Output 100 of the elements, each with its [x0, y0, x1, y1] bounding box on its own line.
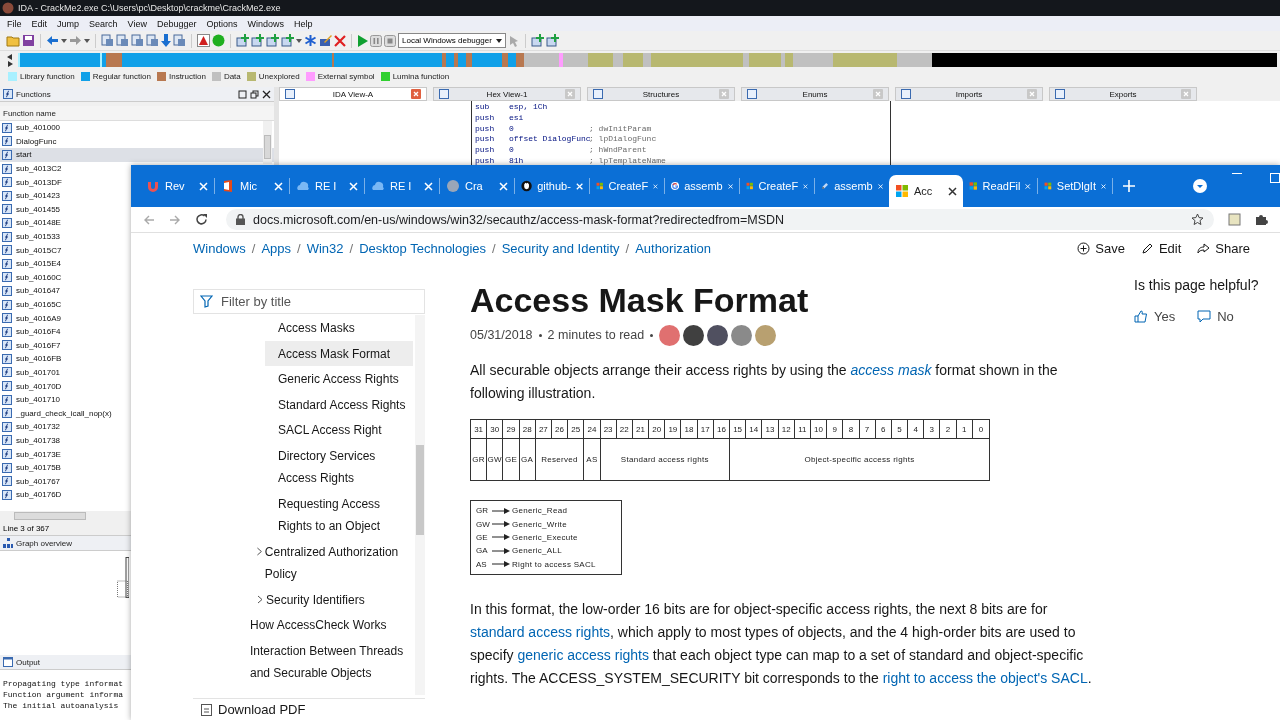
toc-item[interactable]: Generic Access Rights	[193, 366, 413, 392]
function-row[interactable]: sub_401732	[0, 420, 64, 434]
toc-item[interactable]: Centralized Authorization Policy	[193, 538, 413, 587]
function-row[interactable]: sub_401647	[0, 284, 64, 298]
star-icon[interactable]	[1191, 213, 1204, 226]
function-row[interactable]: sub_40176D	[0, 488, 65, 502]
chevron-icon[interactable]	[256, 546, 263, 556]
new-tab-icon[interactable]	[1123, 180, 1135, 192]
circle-icon[interactable]	[212, 34, 225, 47]
document-plus-icon[interactable]	[545, 34, 559, 47]
breadcrumb-link[interactable]: Desktop Technologies	[359, 240, 487, 256]
menu-item[interactable]: Edit	[26, 18, 53, 29]
document-plus-icon[interactable]	[530, 34, 544, 47]
document-plus-icon[interactable]	[251, 34, 264, 47]
link[interactable]: generic access rights	[517, 646, 649, 663]
toc-item[interactable]: Access Mask Format	[265, 340, 413, 366]
toc-item[interactable]: Access Masks	[193, 315, 413, 341]
down-arrow-icon[interactable]	[161, 34, 171, 47]
browser-tab[interactable]: Acc	[889, 175, 963, 207]
function-row[interactable]: _guard_check_icall_nop(x)	[0, 406, 115, 421]
puzzle-icon[interactable]	[1255, 213, 1268, 226]
function-row[interactable]: sub_401710	[0, 392, 64, 407]
document-icon[interactable]	[173, 34, 186, 47]
action-button[interactable]: Save	[1077, 240, 1125, 256]
browser-tab[interactable]: CreateF	[590, 171, 664, 201]
function-row[interactable]: sub_40165C	[0, 297, 65, 312]
debugger-dropdown[interactable]: Local Windows debugger	[398, 33, 506, 48]
function-row[interactable]: sub_4016A9	[0, 311, 64, 325]
pause-icon[interactable]	[370, 34, 382, 47]
document-plus-icon[interactable]	[266, 34, 279, 47]
menu-item[interactable]: File	[2, 18, 27, 29]
warning-icon[interactable]	[197, 34, 210, 47]
save-icon[interactable]	[22, 34, 35, 47]
browser-tab[interactable]: RE I	[290, 171, 364, 201]
reload-icon[interactable]	[195, 213, 208, 226]
tab[interactable]: Enums	[741, 87, 889, 101]
function-row[interactable]: sub_40170D	[0, 379, 65, 393]
function-row[interactable]: sub_40148E	[0, 216, 64, 230]
extension-icon[interactable]	[1228, 213, 1241, 226]
caret-icon[interactable]	[296, 38, 302, 43]
function-row[interactable]: sub_4015E4	[0, 256, 64, 271]
browser-tab[interactable]: Cra	[440, 171, 514, 201]
contributor-avatar[interactable]	[707, 324, 729, 346]
function-row[interactable]: DialogFunc	[0, 134, 60, 149]
yes-button[interactable]: Yes	[1134, 309, 1176, 324]
function-row[interactable]: sub_4015C7	[0, 243, 65, 257]
caret-icon[interactable]	[61, 38, 67, 43]
tab[interactable]: Imports	[895, 87, 1043, 101]
document-plus-icon[interactable]	[236, 34, 249, 47]
function-row[interactable]: sub_40173E	[0, 447, 64, 461]
back-icon[interactable]	[143, 213, 155, 226]
play-icon[interactable]	[357, 34, 368, 47]
browser-tab[interactable]: RE I	[365, 171, 439, 201]
function-row[interactable]: sub_4016F7	[0, 338, 64, 353]
maximize-icon[interactable]	[238, 89, 247, 99]
browser-tab[interactable]: github-	[515, 171, 589, 201]
breadcrumb-link[interactable]: Security and Identity	[501, 240, 620, 256]
document-icon[interactable]	[116, 34, 129, 47]
minimize-icon[interactable]	[1232, 173, 1242, 175]
filter-field[interactable]: Filter by title	[193, 289, 425, 314]
browser-tab[interactable]: ReadFil	[963, 171, 1037, 201]
close-icon[interactable]	[948, 186, 957, 196]
function-row[interactable]: sub_40175B	[0, 460, 64, 475]
menu-item[interactable]: Help	[289, 18, 318, 29]
function-row[interactable]: start	[0, 148, 274, 162]
function-row[interactable]: sub_401533	[0, 229, 64, 244]
breadcrumb-link[interactable]: Win32	[306, 240, 344, 256]
function-row[interactable]: sub_401423	[0, 188, 64, 203]
browser-tab[interactable]: assemb	[815, 171, 889, 201]
document-icon[interactable]	[131, 34, 144, 47]
contributor-avatar[interactable]	[683, 324, 705, 346]
tab[interactable]: Hex View-1	[433, 87, 581, 101]
folder-icon[interactable]	[6, 34, 20, 47]
column-header[interactable]: Function name	[0, 106, 274, 121]
document-plus-icon[interactable]	[281, 34, 294, 47]
link[interactable]: right to access the object's SACL	[882, 669, 1088, 686]
navigation-band-drawing[interactable]	[18, 53, 1280, 67]
browser-tab[interactable]: assemb	[665, 171, 739, 201]
caret-icon[interactable]	[84, 38, 90, 43]
scrollbar[interactable]	[263, 121, 272, 164]
menu-item[interactable]: Debugger	[151, 18, 202, 29]
menu-item[interactable]: Windows	[242, 18, 289, 29]
document-icon[interactable]	[101, 34, 114, 47]
browser-tab[interactable]: CreateF	[740, 171, 814, 201]
menu-item[interactable]: Search	[84, 18, 123, 29]
function-row[interactable]: sub_4016F4	[0, 324, 64, 339]
scroll-arrows-icon[interactable]	[6, 53, 14, 67]
tab-search-icon[interactable]	[1193, 179, 1207, 193]
document-icon[interactable]	[146, 34, 159, 47]
pen-icon[interactable]	[319, 34, 332, 47]
no-button[interactable]: No	[1197, 309, 1234, 324]
forward-icon[interactable]	[169, 213, 181, 226]
menu-item[interactable]: Jump	[52, 18, 85, 29]
menu-item[interactable]: Options	[201, 18, 243, 29]
function-row[interactable]: sub_401767	[0, 474, 64, 489]
function-row[interactable]: sub_40160C	[0, 270, 65, 285]
asterisk-icon[interactable]	[304, 34, 317, 47]
function-row[interactable]: sub_4013DF	[0, 175, 65, 189]
breadcrumb-link[interactable]: Apps	[261, 240, 291, 256]
download-pdf-button[interactable]: Download PDF	[193, 698, 425, 720]
